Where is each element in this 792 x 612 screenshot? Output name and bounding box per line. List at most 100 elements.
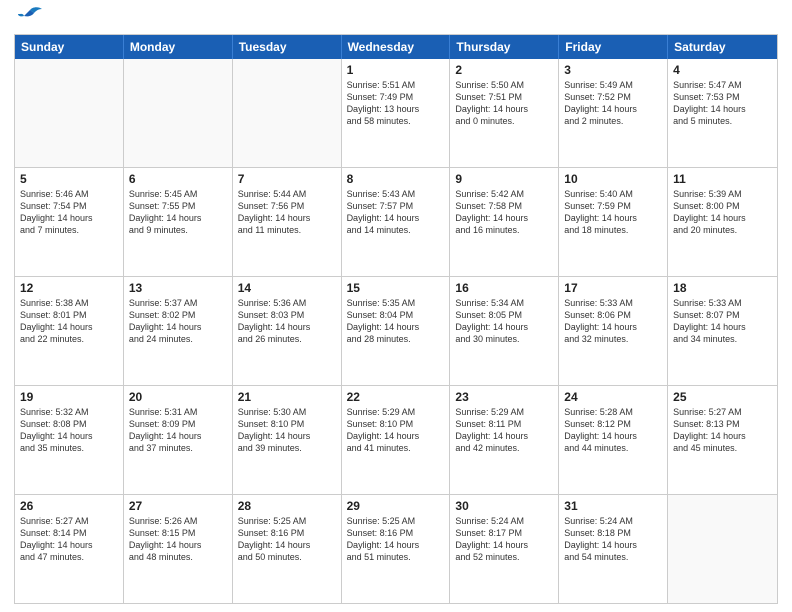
day-info: Sunrise: 5:35 AM Sunset: 8:04 PM Dayligh… — [347, 297, 445, 346]
calendar-cell-19: 19Sunrise: 5:32 AM Sunset: 8:08 PM Dayli… — [15, 386, 124, 494]
calendar-cell-20: 20 Sunrise: 5:31 AM Sunset: 8:09 PM Dayli… — [124, 386, 233, 494]
day-number: 8 — [347, 172, 445, 186]
header — [14, 10, 778, 26]
calendar-cell-7: 7 Sunrise: 5:44 AM Sunset: 7:56 PM Daylig… — [233, 168, 342, 276]
day-number: 24 — [564, 390, 662, 404]
day-info: Sunrise: 5:28 AM Sunset: 8:12 PM Dayligh… — [564, 406, 662, 455]
calendar-cell-21: 21 Sunrise: 5:30 AM Sunset: 8:10 PM Dayli… — [233, 386, 342, 494]
calendar-cell-22: 22 Sunrise: 5:29 AM Sunset: 8:10 PM Dayli… — [342, 386, 451, 494]
day-info: Sunrise: 5:33 AM Sunset: 8:06 PM Dayligh… — [564, 297, 662, 346]
calendar-cell-empty-0-2 — [233, 59, 342, 167]
calendar-cell-23: 23 Sunrise: 5:29 AM Sunset: 8:11 PM Dayli… — [450, 386, 559, 494]
day-info: Sunrise: 5:46 AM Sunset: 7:54 PM Dayligh… — [20, 188, 118, 237]
calendar-row-1: 5 Sunrise: 5:46 AM Sunset: 7:54 PM Daylig… — [15, 167, 777, 276]
day-info: Sunrise: 5:24 AM Sunset: 8:17 PM Dayligh… — [455, 515, 553, 564]
weekday-header-wednesday: Wednesday — [342, 35, 451, 59]
calendar-cell-empty-0-1 — [124, 59, 233, 167]
day-number: 12 — [20, 281, 118, 295]
day-number: 14 — [238, 281, 336, 295]
logo — [14, 10, 44, 26]
day-number: 21 — [238, 390, 336, 404]
calendar: SundayMondayTuesdayWednesdayThursdayFrid… — [14, 34, 778, 604]
calendar-row-4: 26Sunrise: 5:27 AM Sunset: 8:14 PM Dayli… — [15, 494, 777, 603]
day-number: 22 — [347, 390, 445, 404]
calendar-body: 1 Sunrise: 5:51 AM Sunset: 7:49 PM Daylig… — [15, 59, 777, 603]
day-info: Sunrise: 5:34 AM Sunset: 8:05 PM Dayligh… — [455, 297, 553, 346]
calendar-cell-1: 1 Sunrise: 5:51 AM Sunset: 7:49 PM Daylig… — [342, 59, 451, 167]
day-number: 30 — [455, 499, 553, 513]
calendar-cell-17: 17Sunrise: 5:33 AM Sunset: 8:06 PM Dayli… — [559, 277, 668, 385]
day-info: Sunrise: 5:24 AM Sunset: 8:18 PM Dayligh… — [564, 515, 662, 564]
weekday-header-friday: Friday — [559, 35, 668, 59]
calendar-cell-9: 9 Sunrise: 5:42 AM Sunset: 7:58 PM Daylig… — [450, 168, 559, 276]
calendar-cell-13: 13 Sunrise: 5:37 AM Sunset: 8:02 PM Dayli… — [124, 277, 233, 385]
day-number: 13 — [129, 281, 227, 295]
day-number: 15 — [347, 281, 445, 295]
day-number: 7 — [238, 172, 336, 186]
calendar-cell-6: 6 Sunrise: 5:45 AM Sunset: 7:55 PM Daylig… — [124, 168, 233, 276]
day-info: Sunrise: 5:45 AM Sunset: 7:55 PM Dayligh… — [129, 188, 227, 237]
day-number: 3 — [564, 63, 662, 77]
day-number: 5 — [20, 172, 118, 186]
calendar-cell-12: 12 Sunrise: 5:38 AM Sunset: 8:01 PM Dayli… — [15, 277, 124, 385]
day-info: Sunrise: 5:29 AM Sunset: 8:10 PM Dayligh… — [347, 406, 445, 455]
day-info: Sunrise: 5:31 AM Sunset: 8:09 PM Dayligh… — [129, 406, 227, 455]
day-number: 2 — [455, 63, 553, 77]
day-number: 27 — [129, 499, 227, 513]
day-number: 19 — [20, 390, 118, 404]
day-number: 9 — [455, 172, 553, 186]
day-info: Sunrise: 5:47 AM Sunset: 7:53 PM Dayligh… — [673, 79, 772, 128]
weekday-header-thursday: Thursday — [450, 35, 559, 59]
day-number: 23 — [455, 390, 553, 404]
calendar-cell-30: 30 Sunrise: 5:24 AM Sunset: 8:17 PM Dayli… — [450, 495, 559, 603]
calendar-cell-18: 18Sunrise: 5:33 AM Sunset: 8:07 PM Dayli… — [668, 277, 777, 385]
day-number: 11 — [673, 172, 772, 186]
day-number: 16 — [455, 281, 553, 295]
day-info: Sunrise: 5:27 AM Sunset: 8:13 PM Dayligh… — [673, 406, 772, 455]
day-number: 1 — [347, 63, 445, 77]
day-info: Sunrise: 5:42 AM Sunset: 7:58 PM Dayligh… — [455, 188, 553, 237]
day-info: Sunrise: 5:36 AM Sunset: 8:03 PM Dayligh… — [238, 297, 336, 346]
day-info: Sunrise: 5:29 AM Sunset: 8:11 PM Dayligh… — [455, 406, 553, 455]
day-info: Sunrise: 5:25 AM Sunset: 8:16 PM Dayligh… — [238, 515, 336, 564]
day-info: Sunrise: 5:51 AM Sunset: 7:49 PM Dayligh… — [347, 79, 445, 128]
page: SundayMondayTuesdayWednesdayThursdayFrid… — [0, 0, 792, 612]
day-info: Sunrise: 5:49 AM Sunset: 7:52 PM Dayligh… — [564, 79, 662, 128]
weekday-header-monday: Monday — [124, 35, 233, 59]
calendar-cell-31: 31Sunrise: 5:24 AM Sunset: 8:18 PM Dayli… — [559, 495, 668, 603]
day-info: Sunrise: 5:43 AM Sunset: 7:57 PM Dayligh… — [347, 188, 445, 237]
calendar-cell-11: 11Sunrise: 5:39 AM Sunset: 8:00 PM Dayli… — [668, 168, 777, 276]
calendar-row-0: 1 Sunrise: 5:51 AM Sunset: 7:49 PM Daylig… — [15, 59, 777, 167]
day-number: 10 — [564, 172, 662, 186]
calendar-cell-5: 5 Sunrise: 5:46 AM Sunset: 7:54 PM Daylig… — [15, 168, 124, 276]
calendar-cell-8: 8 Sunrise: 5:43 AM Sunset: 7:57 PM Daylig… — [342, 168, 451, 276]
calendar-cell-empty-4-6 — [668, 495, 777, 603]
calendar-cell-empty-0-0 — [15, 59, 124, 167]
calendar-cell-14: 14 Sunrise: 5:36 AM Sunset: 8:03 PM Dayli… — [233, 277, 342, 385]
calendar-cell-28: 28 Sunrise: 5:25 AM Sunset: 8:16 PM Dayli… — [233, 495, 342, 603]
day-info: Sunrise: 5:26 AM Sunset: 8:15 PM Dayligh… — [129, 515, 227, 564]
logo-bird-icon — [16, 6, 44, 28]
day-number: 6 — [129, 172, 227, 186]
day-number: 20 — [129, 390, 227, 404]
calendar-cell-4: 4Sunrise: 5:47 AM Sunset: 7:53 PM Daylig… — [668, 59, 777, 167]
day-number: 28 — [238, 499, 336, 513]
calendar-cell-29: 29 Sunrise: 5:25 AM Sunset: 8:16 PM Dayli… — [342, 495, 451, 603]
weekday-header-sunday: Sunday — [15, 35, 124, 59]
day-info: Sunrise: 5:30 AM Sunset: 8:10 PM Dayligh… — [238, 406, 336, 455]
calendar-cell-3: 3 Sunrise: 5:49 AM Sunset: 7:52 PM Daylig… — [559, 59, 668, 167]
calendar-row-3: 19Sunrise: 5:32 AM Sunset: 8:08 PM Dayli… — [15, 385, 777, 494]
day-info: Sunrise: 5:38 AM Sunset: 8:01 PM Dayligh… — [20, 297, 118, 346]
calendar-header: SundayMondayTuesdayWednesdayThursdayFrid… — [15, 35, 777, 59]
day-number: 18 — [673, 281, 772, 295]
day-info: Sunrise: 5:25 AM Sunset: 8:16 PM Dayligh… — [347, 515, 445, 564]
day-info: Sunrise: 5:50 AM Sunset: 7:51 PM Dayligh… — [455, 79, 553, 128]
calendar-cell-26: 26Sunrise: 5:27 AM Sunset: 8:14 PM Dayli… — [15, 495, 124, 603]
day-number: 29 — [347, 499, 445, 513]
day-info: Sunrise: 5:37 AM Sunset: 8:02 PM Dayligh… — [129, 297, 227, 346]
day-info: Sunrise: 5:44 AM Sunset: 7:56 PM Dayligh… — [238, 188, 336, 237]
weekday-header-tuesday: Tuesday — [233, 35, 342, 59]
calendar-row-2: 12 Sunrise: 5:38 AM Sunset: 8:01 PM Dayli… — [15, 276, 777, 385]
calendar-cell-16: 16 Sunrise: 5:34 AM Sunset: 8:05 PM Dayli… — [450, 277, 559, 385]
calendar-cell-24: 24 Sunrise: 5:28 AM Sunset: 8:12 PM Dayli… — [559, 386, 668, 494]
